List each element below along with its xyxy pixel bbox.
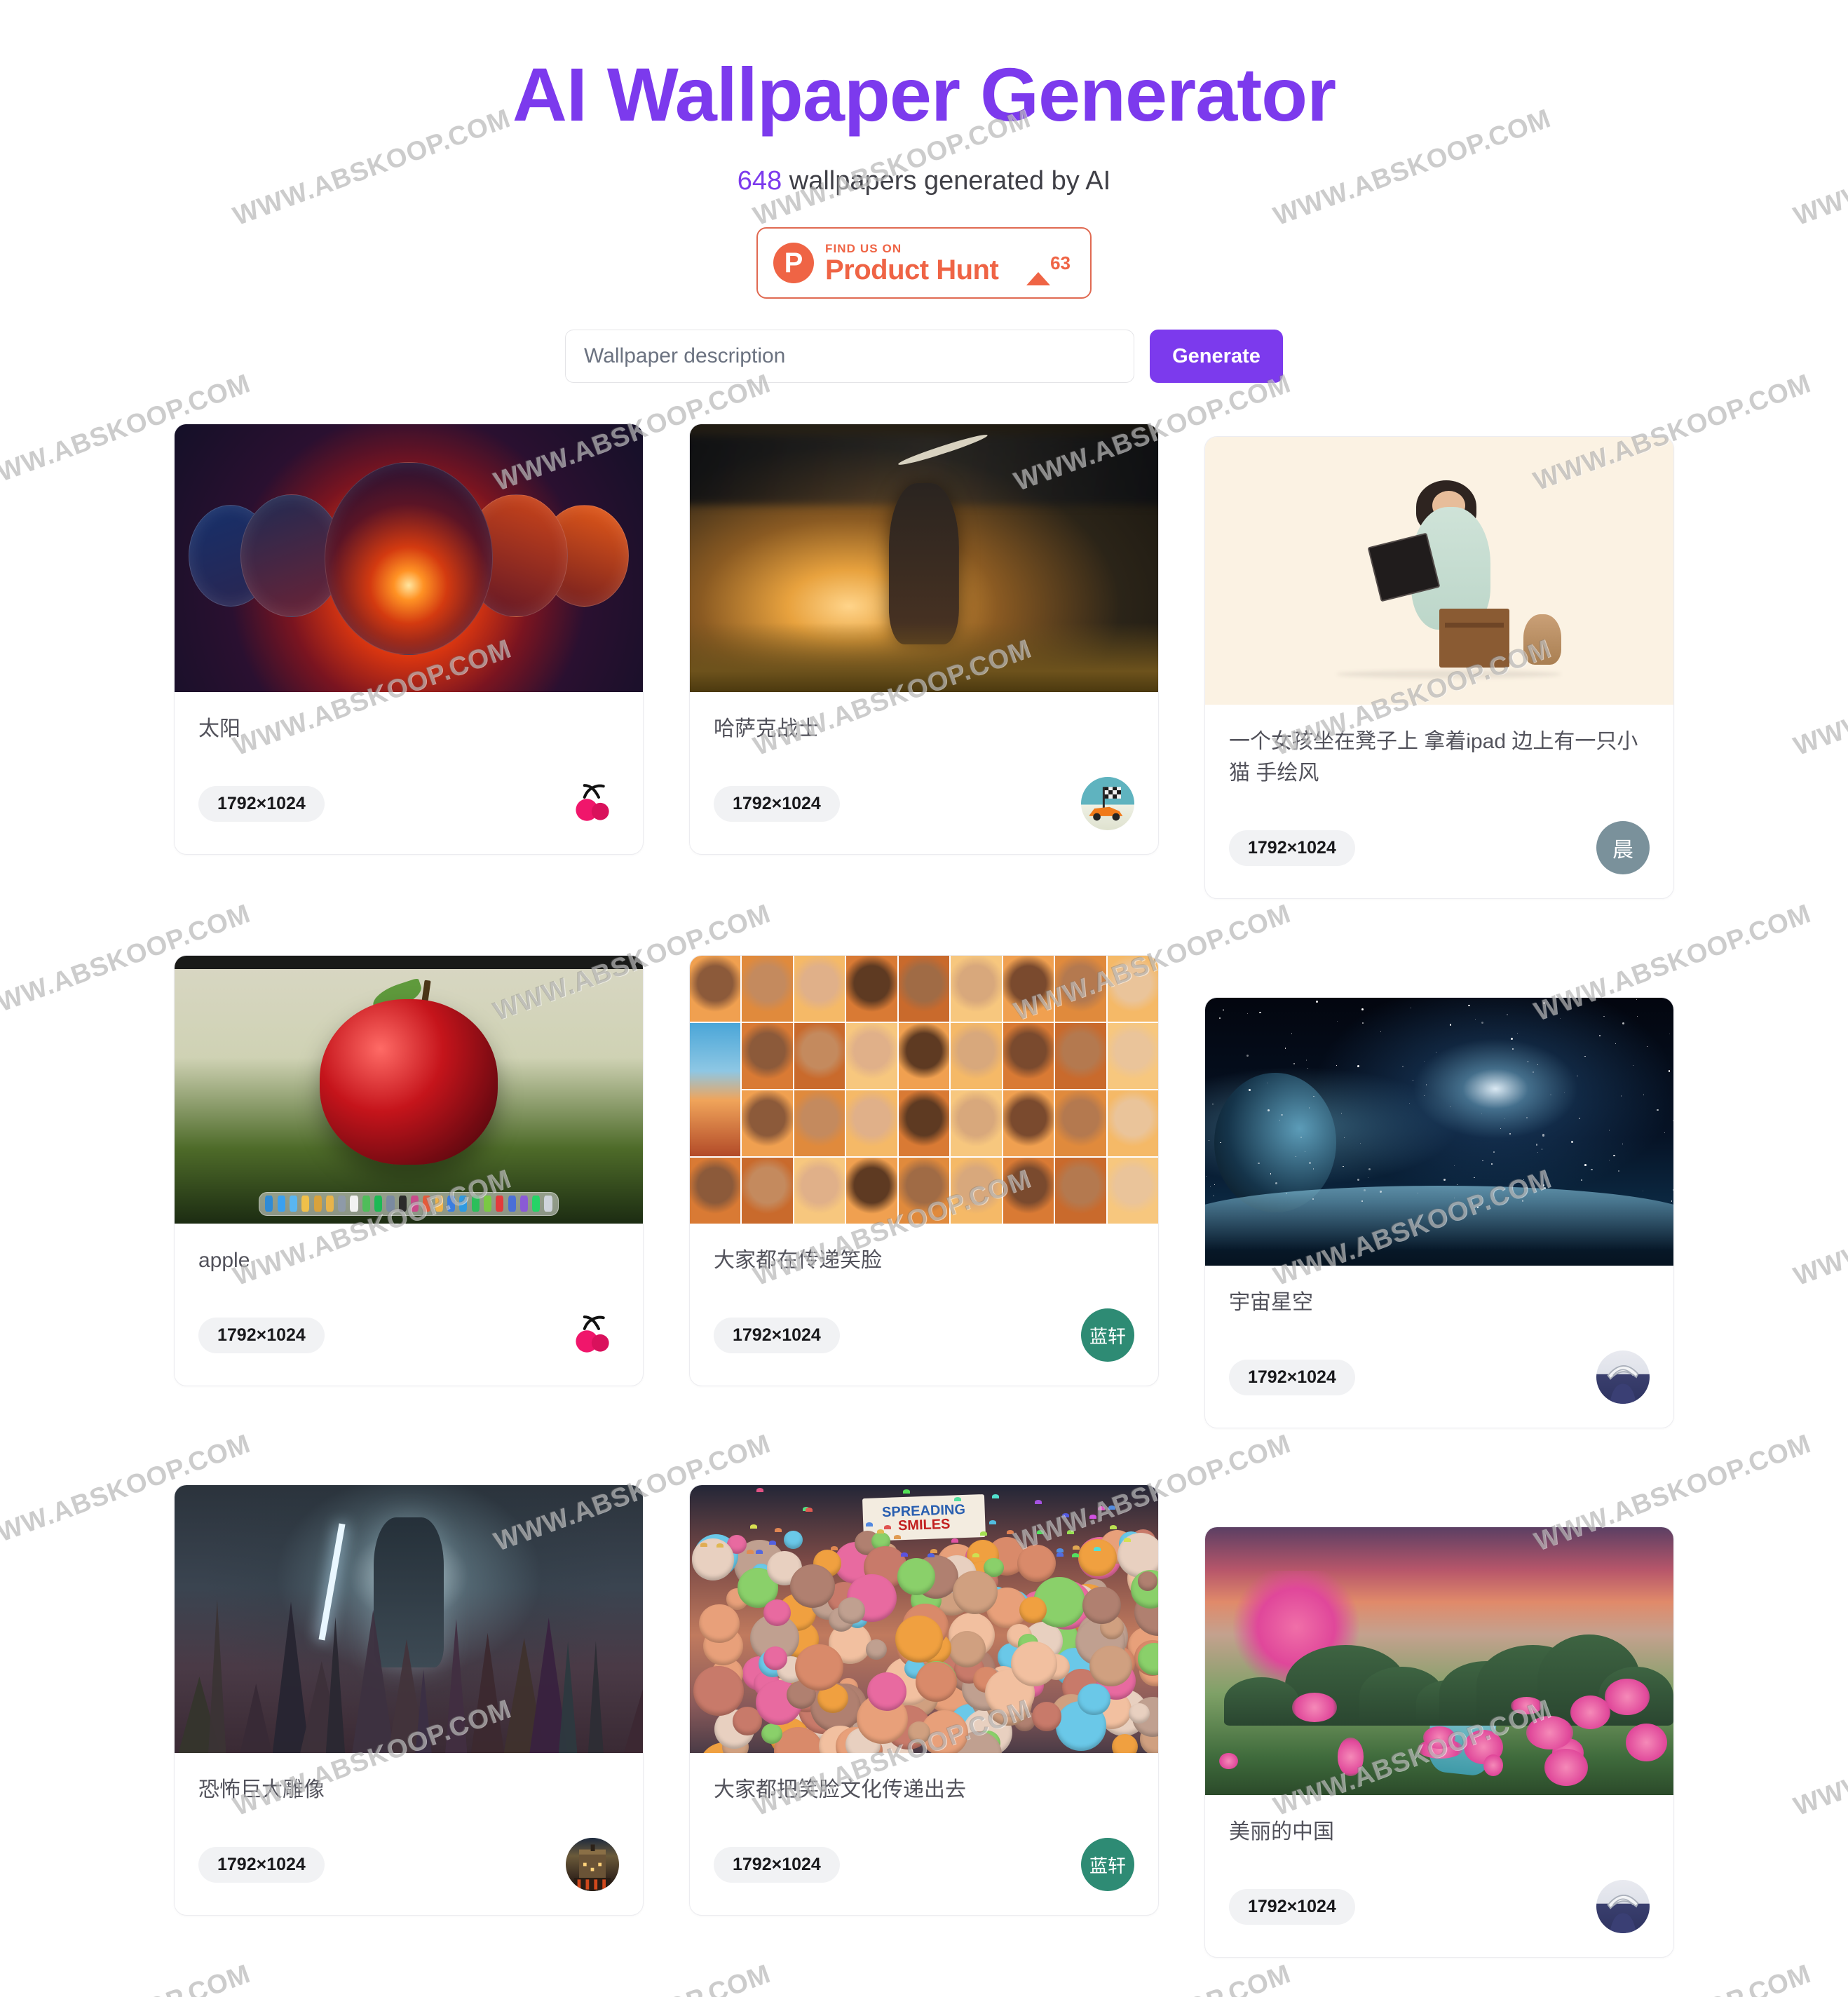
product-hunt-find-us-on: FIND US ON [825,243,1015,255]
wallpaper-title: 哈萨克战士 [714,713,1134,745]
watermark-text: WWW.ABSKOOP.COM [1530,1959,1815,1997]
wallpaper-title: 太阳 [198,713,619,745]
upvote-triangle-icon [1026,260,1050,285]
wallpaper-size-badge: 1792×1024 [198,1318,325,1353]
author-avatar-initial[interactable]: 蓝轩 [1081,1308,1134,1362]
watermark-text: WWW.ABSKOOP.COM [1790,1694,1848,1822]
wallpaper-thumbnail[interactable] [1205,437,1673,705]
wallpaper-gallery: 太阳 1792×1024 哈萨克战士 1792×1024 一个女孩坐在凳子上 拿… [181,424,1667,1958]
wallpaper-thumbnail[interactable] [175,424,643,692]
generate-button[interactable]: Generate [1150,330,1283,383]
banner-line-1: SPREADING [882,1502,966,1519]
wallpaper-card[interactable]: 一个女孩坐在凳子上 拿着ipad 边上有一只小猫 手绘风 1792×1024 晨 [1204,436,1674,899]
wallpaper-count-suffix: wallpapers generated by AI [782,166,1110,196]
page-header: AI Wallpaper Generator 648 wallpapers ge… [0,0,1848,383]
wallpaper-thumbnail[interactable] [1205,1527,1673,1795]
wallpaper-title: apple [198,1245,619,1276]
wallpaper-card[interactable]: 大家都在传递笑脸 1792×1024 蓝轩 [689,955,1159,1386]
wallpaper-thumbnail[interactable] [690,424,1158,692]
wallpaper-size-badge: 1792×1024 [714,1847,840,1883]
author-avatar-image[interactable] [1596,1880,1650,1933]
watermark-text: WWW.ABSKOOP.COM [0,1959,254,1997]
wallpaper-size-badge: 1792×1024 [714,786,840,822]
product-hunt-upvote[interactable]: 63 [1026,252,1075,274]
author-avatar-cherry-icon[interactable] [566,777,619,830]
wallpaper-card[interactable]: 美丽的中国 1792×1024 [1204,1526,1674,1958]
wallpaper-size-badge: 1792×1024 [198,1847,325,1883]
wallpaper-size-badge: 1792×1024 [1229,830,1355,866]
wallpaper-card[interactable]: 哈萨克战士 1792×1024 [689,424,1159,855]
banner-line-2: SMILES [898,1517,951,1533]
wallpaper-count-subtitle: 648 wallpapers generated by AI [0,166,1848,196]
wallpaper-card[interactable]: 恐怖巨大雕像 1792×1024 [174,1484,644,1916]
wallpaper-title: 恐怖巨大雕像 [198,1774,619,1806]
author-avatar-image[interactable] [566,1838,619,1891]
author-avatar-image[interactable] [1081,777,1134,830]
wallpaper-title: 一个女孩坐在凳子上 拿着ipad 边上有一只小猫 手绘风 [1229,726,1650,789]
product-hunt-upvote-count: 63 [1050,252,1071,273]
wallpaper-size-badge: 1792×1024 [1229,1889,1355,1925]
wallpaper-title: 大家都在传递笑脸 [714,1245,1134,1276]
wallpaper-size-badge: 1792×1024 [198,786,325,822]
watermark-text: WWW.ABSKOOP.COM [1010,1959,1295,1997]
author-avatar-image[interactable] [1596,1350,1650,1404]
wallpaper-thumbnail[interactable] [175,956,643,1224]
author-avatar-initial[interactable]: 蓝轩 [1081,1838,1134,1891]
author-avatar-initial[interactable]: 晨 [1596,821,1650,874]
watermark-text: WWW.ABSKOOP.COM [489,1959,775,1997]
wallpaper-thumbnail[interactable] [175,1485,643,1753]
wallpaper-thumbnail[interactable]: SPREADING SMILES [690,1485,1158,1753]
product-hunt-text: FIND US ON Product Hunt [825,243,1015,284]
generate-form: Generate [0,330,1848,383]
wallpaper-count: 648 [738,166,782,196]
wallpaper-thumbnail[interactable] [690,956,1158,1224]
product-hunt-logo-icon: P [773,243,814,283]
wallpaper-size-badge: 1792×1024 [1229,1360,1355,1395]
watermark-text: WWW.ABSKOOP.COM [1790,634,1848,762]
watermark-text: WWW.ABSKOOP.COM [1790,1164,1848,1292]
product-hunt-badge[interactable]: P FIND US ON Product Hunt 63 [756,227,1092,299]
wallpaper-card[interactable]: apple 1792×1024 [174,955,644,1386]
wallpaper-card[interactable]: 太阳 1792×1024 [174,424,644,855]
author-avatar-cherry-icon[interactable] [566,1308,619,1362]
wallpaper-title: 美丽的中国 [1229,1816,1650,1848]
wallpaper-title: 大家都把笑脸文化传递出去 [714,1774,1134,1806]
product-hunt-name: Product Hunt [825,256,1015,284]
wallpaper-card[interactable]: 宇宙星空 1792×1024 [1204,997,1674,1428]
wallpaper-thumbnail[interactable] [1205,998,1673,1266]
wallpaper-size-badge: 1792×1024 [714,1318,840,1353]
wallpaper-description-input[interactable] [565,330,1134,383]
wallpaper-title: 宇宙星空 [1229,1287,1650,1318]
wallpaper-card[interactable]: SPREADING SMILES 大家都把笑脸文化传递出去 1792×1024 … [689,1484,1159,1916]
page-title: AI Wallpaper Generator [0,55,1848,134]
